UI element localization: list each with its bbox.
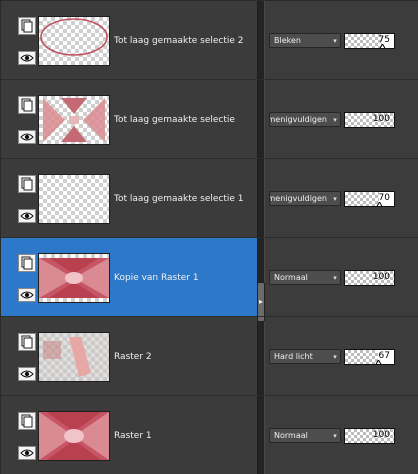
chevron-down-icon: ▾ [333,36,337,45]
layer-name[interactable]: Tot laag gemaakte selectie [114,115,235,125]
layer-thumbnail-image [39,258,109,298]
blend-mode-label: Vermenigvuldigen [270,194,327,203]
blend-mode-label: Bleken [274,36,301,45]
opacity-marker-icon[interactable] [376,201,383,206]
layer-thumbnail-image [39,412,109,460]
layer-thumbnail-image [39,333,109,381]
blend-mode-dropdown[interactable]: Normaal ▾ [269,428,341,443]
blend-mode-dropdown[interactable]: Vermenigvuldigen ▾ [269,191,341,206]
eye-icon[interactable] [18,130,36,144]
layer-stack-icon[interactable] [18,96,36,114]
blend-mode-dropdown[interactable]: Hard licht ▾ [269,349,341,364]
layer-name[interactable]: Raster 2 [114,352,152,362]
eye-icon[interactable] [18,209,36,223]
layer-thumbnail[interactable] [38,411,110,461]
opacity-fill [345,34,382,48]
layer-thumbnail-image [39,175,109,223]
chevron-down-icon: ▾ [333,115,337,124]
layer-thumbnail[interactable] [38,253,110,303]
blend-mode-label: Normaal [274,273,308,282]
eye-icon[interactable] [18,51,36,65]
layer-thumbnail[interactable] [38,16,110,66]
blend-mode-label: Vermenigvuldigen [270,115,327,124]
blend-mode-dropdown[interactable]: Normaal ▾ [269,270,341,285]
opacity-value: 100 [372,272,390,282]
opacity-fill [345,192,380,206]
layer-thumbnail[interactable] [38,174,110,224]
opacity-value: 100 [372,114,390,124]
layer-thumbnail[interactable] [38,332,110,382]
blend-mode-label: Hard licht [274,352,313,361]
opacity-slider[interactable]: 100 [344,270,395,286]
opacity-slider[interactable]: 100 [344,428,395,444]
opacity-slider[interactable]: 67 [344,349,395,365]
blend-mode-dropdown[interactable]: Vermenigvuldigen ▾ [269,112,341,127]
layer-name[interactable]: Raster 1 [114,431,152,441]
layer-name[interactable]: Tot laag gemaakte selectie 1 [114,194,244,204]
blend-mode-label: Normaal [274,431,308,440]
opacity-value: 100 [372,430,390,440]
layer-stack-icon[interactable] [18,333,36,351]
eye-icon[interactable] [18,288,36,302]
chevron-down-icon: ▾ [333,194,337,203]
opacity-slider[interactable]: 70 [344,191,395,207]
opacity-marker-icon[interactable] [375,359,382,364]
layers-panel: ▸ Tot laag gemaakte selectie 2 Bleken ▾ 75 T… [0,0,418,474]
layer-stack-icon[interactable] [18,17,36,35]
opacity-marker-icon[interactable] [379,43,386,48]
chevron-down-icon: ▾ [333,352,337,361]
opacity-fill [345,350,378,364]
layer-thumbnail-image [43,98,105,142]
layer-thumbnail-image [40,18,108,56]
chevron-down-icon: ▾ [333,273,337,282]
opacity-slider[interactable]: 100 [344,112,395,128]
eye-icon[interactable] [18,367,36,381]
layer-name[interactable]: Kopie van Raster 1 [114,273,199,283]
chevron-down-icon: ▾ [333,431,337,440]
blend-mode-dropdown[interactable]: Bleken ▾ [269,33,341,48]
layer-stack-icon[interactable] [18,254,36,272]
opacity-slider[interactable]: 75 [344,33,395,49]
layer-stack-icon[interactable] [18,175,36,193]
chevron-right-icon: ▸ [258,297,263,306]
layer-stack-icon[interactable] [18,412,36,430]
layer-name[interactable]: Tot laag gemaakte selectie 2 [114,36,244,46]
layer-thumbnail[interactable] [38,95,110,145]
eye-icon[interactable] [18,446,36,460]
